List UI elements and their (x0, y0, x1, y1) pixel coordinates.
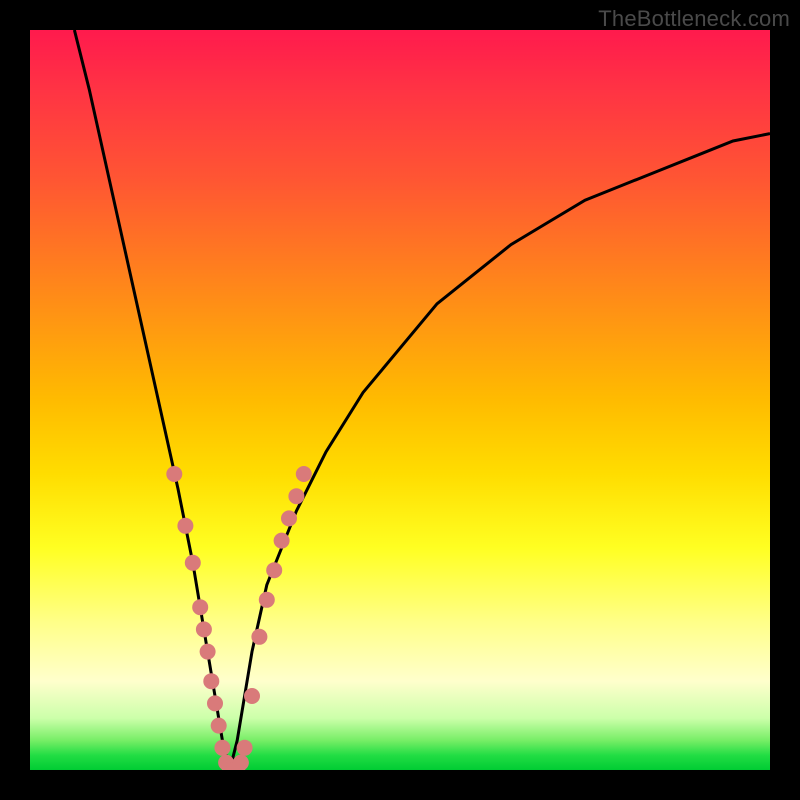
bottleneck-curve (74, 30, 770, 770)
chart-container: TheBottleneck.com (0, 0, 800, 800)
curve-svg (30, 30, 770, 770)
data-dot (185, 555, 201, 571)
data-dot (207, 695, 223, 711)
data-dot (266, 562, 282, 578)
data-dot (259, 592, 275, 608)
data-dot (200, 644, 216, 660)
data-dot (177, 518, 193, 534)
plot-area (30, 30, 770, 770)
data-dot (288, 488, 304, 504)
data-dot (203, 673, 219, 689)
data-dot (274, 533, 290, 549)
data-dot (196, 621, 212, 637)
data-dot (192, 599, 208, 615)
data-dot (233, 755, 249, 770)
data-dot (237, 740, 253, 756)
data-dot (281, 510, 297, 526)
data-dot (296, 466, 312, 482)
watermark-text: TheBottleneck.com (598, 6, 790, 32)
data-dot (214, 740, 230, 756)
data-dot (244, 688, 260, 704)
data-dot (251, 629, 267, 645)
data-dot (211, 718, 227, 734)
data-dot (166, 466, 182, 482)
